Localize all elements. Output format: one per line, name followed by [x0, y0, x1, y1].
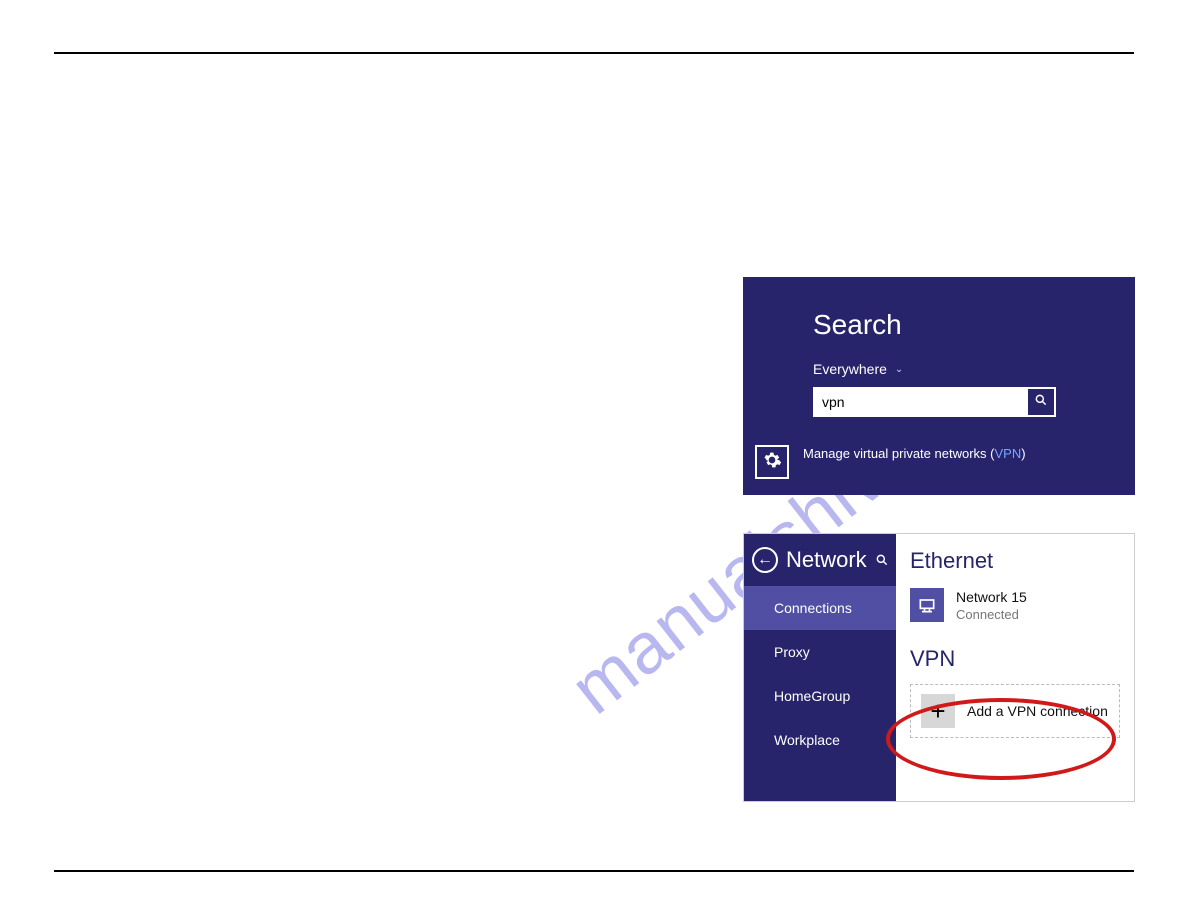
back-arrow-icon: ← — [757, 551, 773, 569]
vpn-section-title: VPN — [910, 646, 1120, 672]
search-scope-dropdown[interactable]: Everywhere ⌄ — [813, 361, 1115, 377]
sidebar-item-homegroup[interactable]: HomeGroup — [744, 674, 896, 718]
ethernet-name: Network 15 — [956, 588, 1027, 606]
sidebar-item-label: Workplace — [774, 732, 840, 748]
settings-tile — [755, 445, 789, 479]
network-nav: Connections Proxy HomeGroup Workplace — [744, 586, 896, 801]
header-search-icon[interactable] — [875, 547, 889, 573]
search-icon — [1034, 393, 1048, 412]
network-header-label: Network — [786, 547, 867, 573]
plus-icon: + — [921, 694, 955, 728]
network-settings-panel: ← Network Connections Proxy HomeGroup Wo… — [743, 533, 1135, 802]
search-result-text: Manage virtual private networks (VPN) — [803, 445, 1026, 463]
network-sidebar: ← Network Connections Proxy HomeGroup Wo… — [744, 534, 896, 801]
sidebar-item-label: Proxy — [774, 644, 810, 660]
sidebar-item-label: Connections — [774, 600, 852, 616]
gear-icon — [762, 450, 782, 475]
back-button[interactable]: ← — [752, 547, 778, 573]
network-content: Ethernet Network 15 Connected VPN + Add … — [896, 534, 1134, 801]
sidebar-item-workplace[interactable]: Workplace — [744, 718, 896, 762]
network-header: ← Network — [744, 534, 896, 586]
ethernet-connection-row[interactable]: Network 15 Connected — [910, 588, 1120, 622]
search-button[interactable] — [1026, 387, 1056, 417]
search-panel: Search Everywhere ⌄ Manage virtual priva… — [743, 277, 1135, 495]
sidebar-item-proxy[interactable]: Proxy — [744, 630, 896, 674]
ethernet-icon — [910, 588, 944, 622]
search-scope-label: Everywhere — [813, 361, 887, 377]
search-row — [813, 387, 1115, 417]
add-vpn-connection-button[interactable]: + Add a VPN connection — [910, 684, 1120, 738]
chevron-down-icon: ⌄ — [895, 364, 903, 375]
sidebar-item-connections[interactable]: Connections — [744, 586, 896, 630]
search-input[interactable] — [813, 387, 1030, 417]
bottom-rule — [54, 870, 1134, 872]
top-rule — [54, 52, 1134, 54]
ethernet-section-title: Ethernet — [910, 548, 1120, 574]
ethernet-status: Connected — [956, 607, 1027, 622]
sidebar-item-label: HomeGroup — [774, 688, 850, 704]
vpn-highlight: VPN — [994, 446, 1021, 461]
search-result-manage-vpn[interactable]: Manage virtual private networks (VPN) — [755, 445, 1115, 479]
add-vpn-label: Add a VPN connection — [967, 703, 1108, 719]
search-title: Search — [813, 309, 1115, 341]
